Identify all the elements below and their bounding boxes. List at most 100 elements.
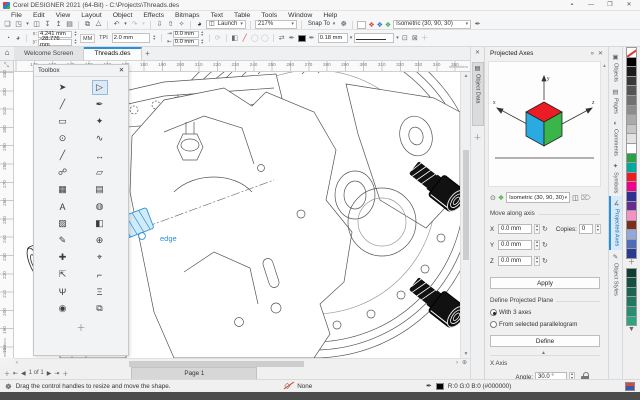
- enhanced-view-icon[interactable]: ⊠: [411, 34, 419, 42]
- window-menu-icon[interactable]: ▪: [564, 1, 580, 10]
- docker-tab-object-styles[interactable]: ✎Object Styles: [609, 250, 622, 299]
- offset-x-spinner[interactable]: ▲▼: [200, 31, 205, 37]
- zoom-level-dropdown[interactable]: 217%▾: [255, 20, 297, 29]
- page-border-checkbox[interactable]: [357, 21, 366, 29]
- previous-page-icon[interactable]: ◀: [21, 370, 26, 377]
- projection-tool-icon[interactable]: Ψ: [55, 284, 71, 299]
- open-dropdown-icon[interactable]: ▾: [25, 20, 30, 29]
- docker-tab-symbols[interactable]: ✦Symbols: [609, 159, 622, 196]
- tpi-button[interactable]: TPI: [97, 34, 110, 43]
- cube-red-icon[interactable]: ❖: [368, 21, 374, 29]
- copy-icon[interactable]: ⧉: [83, 20, 92, 29]
- projection-dropdown[interactable]: Isometric (30, 90, 30)▾: [393, 20, 471, 29]
- smart-fill-tool-icon[interactable]: ◧: [92, 216, 108, 231]
- home-icon[interactable]: ⌂: [0, 46, 14, 60]
- transform-tool-icon[interactable]: ⇱: [55, 267, 71, 282]
- print-icon[interactable]: ▤: [65, 20, 74, 29]
- line-style-dropdown-icon[interactable]: ▾: [396, 35, 399, 41]
- define-button[interactable]: Define: [490, 335, 600, 347]
- rotate-icon[interactable]: ⟳: [214, 34, 222, 42]
- preview-eye-icon[interactable]: ⊙: [490, 194, 496, 202]
- outline-status-pen-icon[interactable]: ✒: [426, 382, 432, 390]
- y-position-field[interactable]: -28.776 mm: [38, 39, 72, 46]
- ellipse-option-icon-2[interactable]: ◯: [261, 34, 269, 42]
- undo-dropdown-icon[interactable]: ▾: [123, 20, 128, 29]
- document-tab-threads-des[interactable]: Threads.des: [84, 47, 141, 60]
- dimension-tool-icon[interactable]: ↔: [92, 148, 108, 163]
- x-position-spinner[interactable]: ▲▼: [73, 31, 78, 37]
- copies-field[interactable]: 0: [579, 224, 593, 234]
- toolbox-customize-button[interactable]: ＋: [34, 321, 128, 334]
- collapse-icon[interactable]: ▲: [541, 350, 546, 356]
- canvas-vertical-scrollbar[interactable]: ▲ ▼: [460, 72, 470, 358]
- zoom-out-icon[interactable]: ⇧: [166, 20, 175, 29]
- eraser-tool-icon[interactable]: ▱: [92, 165, 108, 180]
- menu-table[interactable]: Table: [229, 12, 255, 19]
- menu-file[interactable]: File: [6, 12, 27, 19]
- copies-spinner[interactable]: ▲▼: [595, 224, 601, 234]
- docker-tab-objects[interactable]: ▣Objects: [609, 50, 622, 85]
- swap-colors-icon[interactable]: ⇄: [278, 34, 286, 42]
- line-style-dropdown[interactable]: [354, 33, 394, 43]
- line-tool-icon[interactable]: ╱: [55, 148, 71, 163]
- menu-text[interactable]: Text: [206, 12, 228, 19]
- apply-button[interactable]: Apply: [490, 277, 600, 289]
- offset-y-spinner[interactable]: ▲▼: [200, 39, 205, 45]
- outline-width-dropdown-icon[interactable]: ▾: [350, 35, 353, 41]
- from-parallelogram-radio[interactable]: [490, 321, 497, 328]
- close-button[interactable]: ✕: [621, 1, 637, 10]
- outline-pen-icon[interactable]: ✒: [288, 34, 296, 42]
- import-icon[interactable]: ↧: [43, 20, 52, 29]
- menu-window[interactable]: Window: [283, 12, 317, 19]
- move-x-reset-icon[interactable]: ↻: [542, 225, 548, 233]
- toolbox-close-icon[interactable]: ✕: [119, 67, 124, 74]
- docker-tab-pages[interactable]: ▤Pages: [609, 85, 622, 117]
- paste-icon[interactable]: ⧊: [94, 20, 103, 29]
- hint-gear-icon[interactable]: ☸: [5, 382, 12, 391]
- redo-dropdown-icon[interactable]: ▾: [141, 20, 146, 29]
- pitch-field[interactable]: 2.0 mm: [112, 33, 150, 43]
- move-x-field[interactable]: 0.0 mm: [498, 224, 532, 234]
- menu-object[interactable]: Object: [108, 12, 138, 19]
- vertical-scroll-thumb[interactable]: [463, 150, 469, 260]
- move-y-reset-icon[interactable]: ↻: [542, 241, 548, 249]
- offset-y-field[interactable]: 0.0 mm: [173, 39, 199, 46]
- key-tool-icon[interactable]: ⌐: [92, 267, 108, 282]
- launch-dropdown[interactable]: ◫Launch▾: [206, 20, 246, 29]
- wireframe-icon[interactable]: ⊡: [401, 34, 409, 42]
- docker-close-icon[interactable]: ✕: [598, 50, 603, 57]
- outline-color-swatch[interactable]: [298, 35, 306, 42]
- units-mm-button[interactable]: MM: [80, 34, 95, 43]
- add-page-after-button[interactable]: ＋: [62, 369, 68, 378]
- fill-color-icon[interactable]: ◧: [231, 34, 239, 42]
- spiral-tool-icon[interactable]: ∿: [92, 131, 108, 146]
- delete-preset-icon[interactable]: ⌦: [581, 194, 591, 202]
- graph-paper-tool-icon[interactable]: ▤: [92, 182, 108, 197]
- with-3-axes-radio[interactable]: [490, 309, 497, 316]
- vertical-ruler[interactable]: millimeters33032031030029028027026025024…: [0, 72, 14, 358]
- open-icon[interactable]: ◳: [14, 20, 23, 29]
- save-preset-icon[interactable]: ◫: [572, 194, 579, 202]
- ellipse-option-icon-1[interactable]: ◯: [251, 34, 259, 42]
- cube-green-icon[interactable]: ❖: [385, 21, 391, 29]
- palette-no-color[interactable]: [626, 47, 637, 58]
- cube-blue-icon[interactable]: ❖: [377, 21, 383, 29]
- new-tab-button[interactable]: +: [142, 47, 154, 60]
- outline-none-icon[interactable]: ╱: [241, 34, 249, 42]
- next-page-icon[interactable]: ▶: [47, 370, 52, 377]
- pick-tool-icon[interactable]: ➤: [55, 80, 71, 95]
- outline-width-field[interactable]: 0.18 mm: [318, 33, 348, 43]
- horizontal-scroll-thumb[interactable]: [129, 361, 304, 367]
- text-tool-icon[interactable]: A: [55, 199, 71, 214]
- add-property-icon[interactable]: ＋: [421, 33, 429, 43]
- palette-scroll-icon[interactable]: ▼: [626, 325, 637, 336]
- menu-help[interactable]: Help: [318, 12, 342, 19]
- menu-bitmaps[interactable]: Bitmaps: [170, 12, 205, 19]
- snap-to-dropdown[interactable]: Snap To▾: [306, 20, 337, 29]
- menu-effects[interactable]: Effects: [138, 12, 169, 19]
- object-data-close-icon[interactable]: ✕: [471, 47, 484, 56]
- outline-pen-icon-2[interactable]: ✒: [308, 34, 316, 42]
- bezier-tool-icon[interactable]: ✒: [92, 97, 108, 112]
- menu-layout[interactable]: Layout: [76, 12, 106, 19]
- pitch-spinner[interactable]: ▲▼: [152, 35, 157, 41]
